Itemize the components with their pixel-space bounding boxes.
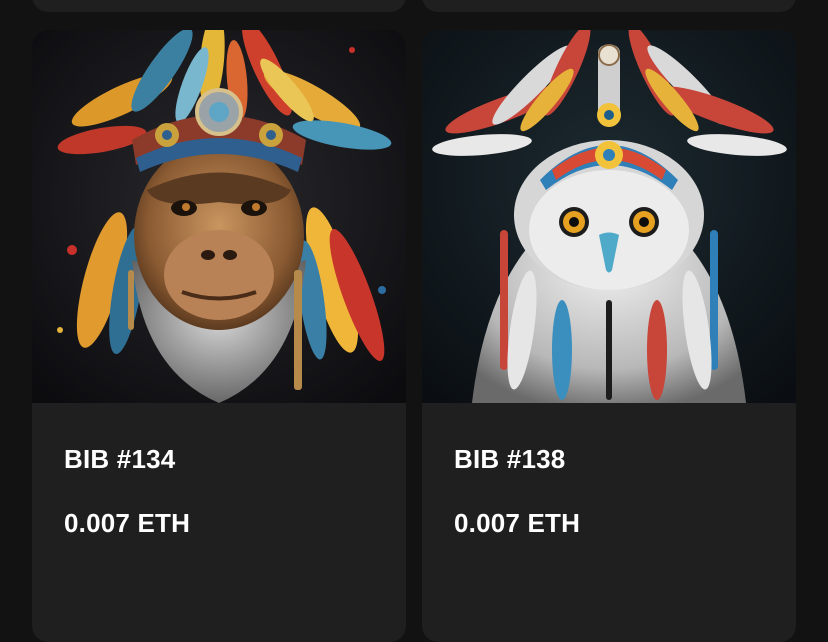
nft-image-owl[interactable] (422, 30, 796, 403)
nft-card[interactable]: BIB #138 0.007 ETH (422, 30, 796, 642)
nft-image-chimpanzee[interactable] (32, 30, 406, 403)
previous-row-card-right[interactable] (422, 0, 796, 12)
nft-title: BIB #138 (454, 444, 566, 474)
previous-row-card-left[interactable] (32, 0, 406, 12)
nft-price: 0.007 ETH (64, 508, 191, 538)
nft-card[interactable]: BIB #134 0.007 ETH (32, 30, 406, 642)
nft-price: 0.007 ETH (454, 508, 581, 538)
nft-title: BIB #134 (64, 444, 176, 474)
